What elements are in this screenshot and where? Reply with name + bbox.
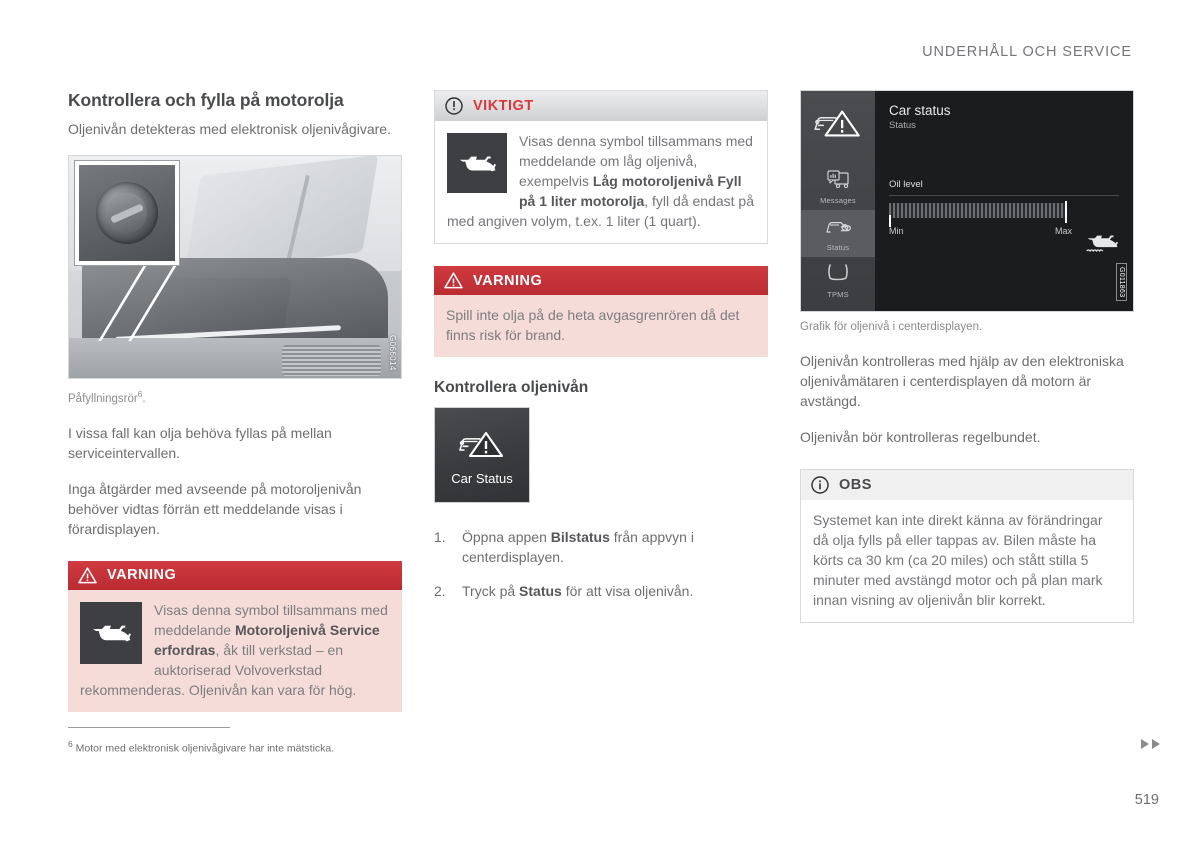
figure-grille bbox=[281, 344, 382, 376]
center-display-graphic: Messages Status TPMS Car status Status O… bbox=[800, 90, 1134, 312]
messages-icon bbox=[826, 170, 850, 194]
warning-box-left: VARNING Visas denna symbol tillsammans m… bbox=[68, 560, 402, 712]
exclamation-circle-icon bbox=[445, 97, 463, 115]
oil-level-gauge-label: Oil level bbox=[889, 179, 923, 190]
steps-list: 1. Öppna appen Bilstatus från appvyn i c… bbox=[434, 527, 768, 601]
oil-level-scale-labels: Min Max bbox=[889, 226, 1119, 238]
important-box-header: VIKTIGT bbox=[435, 91, 767, 121]
oil-filler-cap-inner bbox=[107, 193, 147, 233]
oil-filler-cap-icon bbox=[96, 182, 158, 244]
oil-filler-cap-grip bbox=[110, 203, 144, 224]
car-status-icon bbox=[454, 424, 510, 467]
warning-box-mid-header: VARNING bbox=[434, 266, 768, 295]
important-box: VIKTIGT Visas denna symbol tillsammans m… bbox=[434, 90, 768, 244]
figure-caption-suffix: . bbox=[142, 392, 146, 405]
step-number: 2. bbox=[434, 583, 446, 599]
warning-box-left-label: VARNING bbox=[107, 567, 177, 584]
oil-level-max-label: Max bbox=[1055, 226, 1073, 236]
footnote-text: Motor med elektronisk oljenivågivare har… bbox=[75, 742, 335, 754]
warning-box-mid: VARNING Spill inte olja på de heta avgas… bbox=[434, 266, 768, 357]
important-box-body: Visas denna symbol tillsammans med medde… bbox=[435, 121, 767, 243]
warning-triangle-icon bbox=[78, 567, 97, 584]
oil-can-icon bbox=[80, 601, 142, 664]
figure-engine-cover bbox=[151, 278, 293, 332]
footnote-block: 6 Motor med elektronisk oljenivågivare h… bbox=[68, 726, 428, 756]
sidebar-item-tpms[interactable]: TPMS bbox=[801, 257, 875, 304]
note-box: OBS Systemet kan inte direkt känna av fö… bbox=[800, 469, 1134, 623]
note-box-body: Systemet kan inte direkt känna av föränd… bbox=[801, 500, 1133, 622]
left-paragraph-1: I vissa fall kan olja behöva fyllas på m… bbox=[68, 424, 332, 461]
footnote: 6 Motor med elektronisk oljenivågivare h… bbox=[68, 737, 428, 756]
page-title: Kontrollera och fylla på motorolja bbox=[68, 90, 344, 110]
oil-level-gauge-separator bbox=[889, 195, 1119, 196]
sidebar-item-label: Messages bbox=[820, 196, 856, 205]
warning-box-left-header: VARNING bbox=[68, 560, 402, 590]
page-header: UNDERHÅLL OCH SERVICE bbox=[922, 44, 1132, 60]
page-header-title: UNDERHÅLL OCH SERVICE bbox=[922, 44, 1132, 60]
right-paragraph-1: Oljenivån kontrolleras med hjälp av den … bbox=[800, 353, 1124, 409]
warning-box-mid-label: VARNING bbox=[473, 272, 543, 289]
oil-level-gauge: Oil level Min Max bbox=[889, 179, 1119, 252]
center-display-subtitle: Status bbox=[889, 120, 916, 131]
center-display-sidebar: Messages Status TPMS bbox=[801, 91, 875, 311]
warning-box-mid-body: Spill inte olja på de heta avgasgrenröre… bbox=[434, 295, 768, 357]
figure-caption-text: Påfyllningsrör bbox=[68, 392, 138, 405]
sidebar-item-label: Status bbox=[826, 243, 850, 252]
oil-level-gauge-track bbox=[889, 201, 1119, 252]
note-box-label: OBS bbox=[839, 477, 872, 493]
step-text-bold: Status bbox=[519, 583, 562, 599]
sidebar-item-diagnostics[interactable] bbox=[801, 304, 875, 311]
oil-level-gauge-fill bbox=[889, 203, 1067, 218]
page-number: 519 bbox=[1134, 792, 1159, 808]
center-display-image-id: G011863 bbox=[1116, 262, 1127, 301]
center-display-title: Car status bbox=[889, 103, 951, 118]
figure-image-id: G066014 bbox=[388, 335, 397, 371]
middle-column: VIKTIGT Visas denna symbol tillsammans m… bbox=[434, 90, 768, 734]
oil-can-icon bbox=[447, 133, 507, 193]
intro-paragraph: Oljenivån detekteras med elektronisk olj… bbox=[68, 121, 391, 137]
center-display-caption: Grafik för oljenivå i centerdisplayen. bbox=[800, 321, 983, 333]
subsection-title: Kontrollera oljenivån bbox=[434, 379, 589, 396]
list-item: 2. Tryck på Status för att visa oljenivå… bbox=[434, 581, 768, 601]
status-icon bbox=[824, 216, 852, 241]
right-paragraph-2: Oljenivån bör kontrolleras regelbundet. bbox=[800, 429, 1041, 445]
left-column: Kontrollera och fylla på motorolja Oljen… bbox=[68, 90, 402, 734]
engine-bay-figure: G066014 bbox=[68, 155, 402, 379]
tpms-icon bbox=[827, 263, 849, 288]
info-circle-icon bbox=[811, 476, 829, 494]
oil-level-max-tick bbox=[1065, 201, 1067, 223]
note-box-header: OBS bbox=[801, 470, 1133, 500]
sidebar-item-messages[interactable]: Messages bbox=[801, 164, 875, 210]
step-text: Tryck på Status för att visa oljenivån. bbox=[462, 581, 693, 601]
step-text-bold: Bilstatus bbox=[550, 529, 610, 545]
warning-box-left-body: Visas denna symbol tillsammans med medde… bbox=[68, 589, 402, 712]
figure-callout-detail bbox=[75, 161, 179, 265]
warning-triangle-icon bbox=[444, 272, 463, 289]
oil-level-min-label: Min bbox=[889, 226, 904, 236]
figure-caption: Påfyllningsrör6. bbox=[68, 386, 402, 407]
sidebar-item-label: TPMS bbox=[827, 290, 849, 299]
important-box-label: VIKTIGT bbox=[473, 98, 534, 114]
double-right-arrow-icon[interactable] bbox=[1140, 738, 1162, 750]
step-text-1: Öppna appen bbox=[462, 529, 551, 545]
step-text: Öppna appen Bilstatus från appvyn i cent… bbox=[462, 527, 768, 567]
left-paragraph-2: Inga åtgärder med avseende på motoroljen… bbox=[68, 480, 362, 537]
step-text-1: Tryck på bbox=[462, 583, 520, 599]
car-status-app-label: Car Status bbox=[451, 471, 513, 486]
step-number: 1. bbox=[434, 529, 446, 545]
car-status-icon bbox=[809, 101, 867, 148]
center-display-main: Car status Status Oil level Min Max G011… bbox=[875, 91, 1133, 311]
car-status-app-tile[interactable]: Car Status bbox=[434, 407, 530, 503]
footnote-divider bbox=[68, 726, 230, 728]
diagnostics-icon bbox=[825, 310, 851, 311]
step-text-2: för att visa oljenivån. bbox=[561, 583, 694, 599]
right-column: Messages Status TPMS Car status Status O… bbox=[800, 90, 1134, 734]
page-columns: Kontrollera och fylla på motorolja Oljen… bbox=[68, 90, 1134, 734]
footnote-marker: 6 bbox=[68, 738, 73, 749]
list-item: 1. Öppna appen Bilstatus från appvyn i c… bbox=[434, 527, 768, 567]
sidebar-item-status[interactable]: Status bbox=[801, 210, 875, 257]
